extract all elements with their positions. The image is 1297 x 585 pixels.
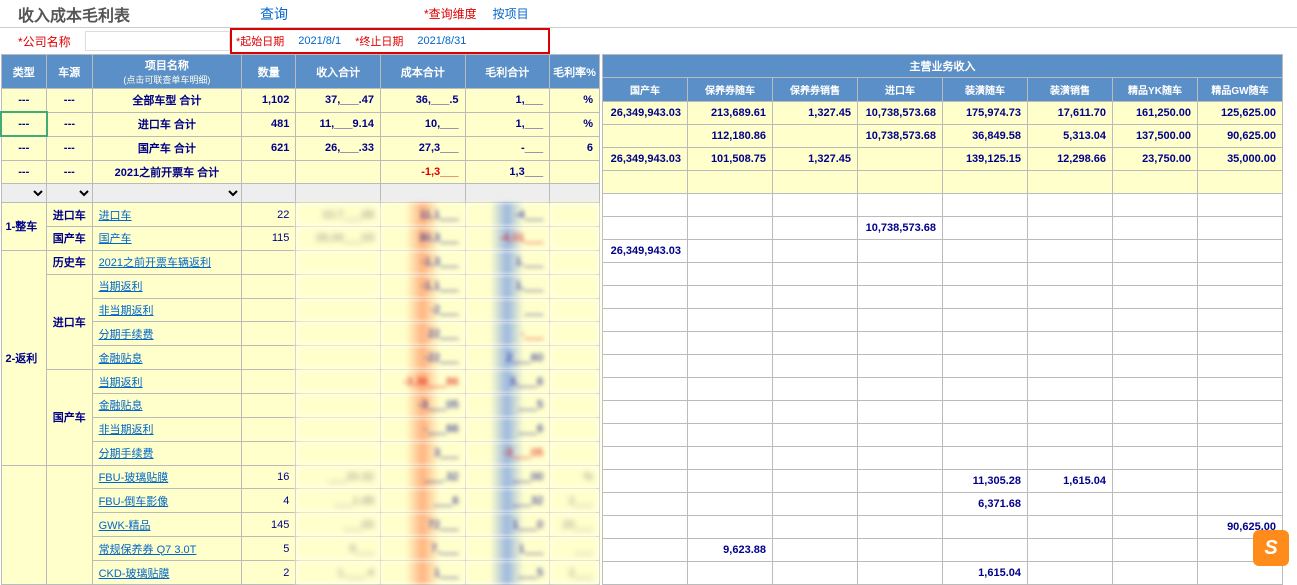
sogou-ime-icon[interactable]: S [1253, 530, 1289, 566]
project-link[interactable]: CKD-玻璃贴膜 [92, 561, 242, 585]
revenue-row: 26,349,943.03213,689.611,327.4510,738,57… [603, 102, 1283, 125]
summary-row: ------2021之前开票车 合计-1,3___1,3___ [1, 160, 600, 184]
summary-row: ------全部车型 合计1,10237,___.4736,___.51,___… [1, 89, 600, 113]
col-gpr: 毛利率% [550, 55, 600, 89]
table-row: 国产车当期返利-3,36___863,___6 [1, 370, 600, 394]
project-link[interactable]: FBU-玻璃贴膜 [92, 465, 242, 489]
revenue-col: 装潢随车 [943, 78, 1028, 102]
table-row: FBU-玻璃贴膜16___20.32___.32___00% [1, 465, 600, 489]
revenue-col: 进口车 [858, 78, 943, 102]
revenue-row [603, 447, 1283, 470]
end-date-label: *终止日期 [355, 33, 403, 49]
revenue-col: 保养券随车 [688, 78, 773, 102]
project-link[interactable]: 非当期返利 [92, 298, 242, 322]
project-link[interactable]: FBU-倒车影像 [92, 489, 242, 513]
revenue-row [603, 309, 1283, 332]
revenue-col: 装潢销售 [1028, 78, 1113, 102]
revenue-row: 26,349,943.03 [603, 240, 1283, 263]
revenue-row [603, 286, 1283, 309]
project-link[interactable]: 国产车 [92, 226, 242, 250]
revenue-row [603, 332, 1283, 355]
col-cost: 成本合计 [380, 55, 465, 89]
revenue-row: 112,180.8610,738,573.6836,849.585,313.04… [603, 125, 1283, 148]
revenue-row: 90,625.00 [603, 516, 1283, 539]
project-link[interactable]: 金融贴息 [92, 346, 242, 370]
revenue-row [603, 401, 1283, 424]
dimension-value[interactable]: 按项目 [483, 5, 539, 22]
col-qty: 数量 [242, 55, 296, 89]
revenue-col: 国产车 [603, 78, 688, 102]
company-label: *公司名称 [0, 33, 85, 50]
end-date-input[interactable]: 2021/8/31 [403, 35, 480, 47]
revenue-row [603, 171, 1283, 194]
revenue-row [603, 378, 1283, 401]
col-income: 收入合计 [296, 55, 381, 89]
revenue-row: 6,371.68 [603, 493, 1283, 516]
revenue-row: 26,349,943.03101,508.751,327.45139,125.1… [603, 148, 1283, 171]
project-link[interactable]: 进口车 [92, 203, 242, 227]
start-date-input[interactable]: 2021/8/1 [284, 35, 355, 47]
project-link[interactable]: 2021之前开票车辆返利 [92, 250, 242, 274]
col-type: 类型 [1, 55, 47, 89]
revenue-col: 精品GW随车 [1198, 78, 1283, 102]
date-range-box: *起始日期 2021/8/1 *终止日期 2021/8/31 [230, 28, 550, 54]
query-button[interactable]: 查询 [230, 4, 318, 24]
table-row: 1-整车进口车进口车2210,7___6811,1___-4___ [1, 203, 600, 227]
summary-row: ------国产车 合计62126,___.3327,3___-___6 [1, 136, 600, 160]
revenue-row: 11,305.281,615.04 [603, 470, 1283, 493]
project-link[interactable]: GWK-精品 [92, 513, 242, 537]
start-date-label: *起始日期 [236, 33, 284, 49]
revenue-row [603, 263, 1283, 286]
table-row: 2-返利历史车2021之前开票车辆返利-1,3___1.___ [1, 250, 600, 274]
summary-row: ------进口车 合计48111,___9.1410,___1,___% [1, 112, 600, 136]
revenue-col: 保养券销售 [773, 78, 858, 102]
revenue-header: 主营业务收入 [603, 55, 1283, 78]
project-link[interactable]: 当期返利 [92, 274, 242, 298]
page-title: 收入成本毛利表 [0, 2, 230, 26]
dimension-label: *查询维度 [418, 5, 483, 22]
project-link[interactable]: 当期返利 [92, 370, 242, 394]
revenue-row: 9,623.88 [603, 539, 1283, 562]
project-link[interactable]: 分期手续费 [92, 441, 242, 465]
col-project[interactable]: 项目名称(点击可联查单车明细) [92, 55, 242, 89]
revenue-row [603, 424, 1283, 447]
table-row: 进口车当期返利-1,1___1,___ [1, 274, 600, 298]
filter-row[interactable] [1, 184, 600, 203]
project-link[interactable]: 非当期返利 [92, 417, 242, 441]
revenue-col: 精品YK随车 [1113, 78, 1198, 102]
col-source: 车源 [47, 55, 93, 89]
project-link[interactable]: 分期手续费 [92, 322, 242, 346]
col-gp: 毛利合计 [465, 55, 550, 89]
project-link[interactable]: 常规保养券 Q7 3.0T [92, 537, 242, 561]
company-input[interactable] [85, 31, 230, 51]
revenue-table: 主营业务收入 国产车保养券随车保养券销售进口车装潢随车装潢销售精品YK随车精品G… [602, 54, 1283, 585]
revenue-row [603, 355, 1283, 378]
revenue-row: 10,738,573.68 [603, 217, 1283, 240]
revenue-row [603, 194, 1283, 217]
project-link[interactable]: 金融贴息 [92, 393, 242, 417]
main-table: 类型 车源 项目名称(点击可联查单车明细) 数量 收入合计 成本合计 毛利合计 … [0, 54, 600, 585]
table-row: 国产车国产车11526,34___0330,3___-4,01___ [1, 226, 600, 250]
revenue-row: 1,615.04 [603, 562, 1283, 585]
